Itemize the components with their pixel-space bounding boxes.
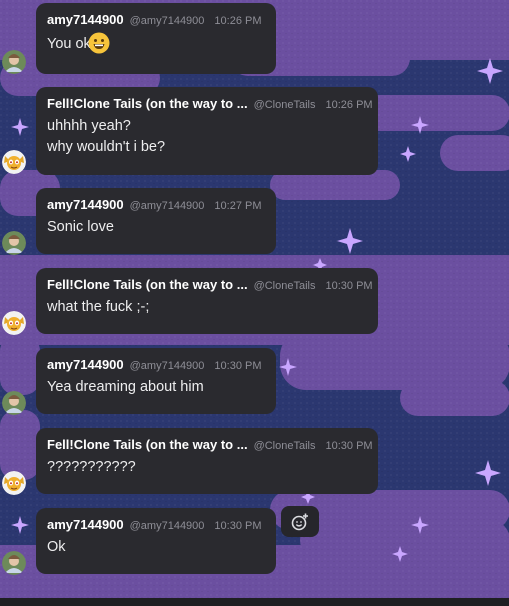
amy-avatar[interactable] [2, 391, 26, 415]
message-handle: @amy7144900 [129, 15, 205, 27]
message-author[interactable]: amy7144900 [47, 357, 124, 372]
message-timestamp: 10:30 PM [325, 280, 373, 292]
message-text: Sonic love [47, 219, 114, 235]
message-timestamp: 10:30 PM [325, 440, 373, 452]
message-author[interactable]: Fell!Clone Tails (on the way to ... [47, 96, 248, 111]
message-text: what the fuck ;-; [47, 299, 150, 315]
message-bubble[interactable]: Fell!Clone Tails (on the way to ... @Clo… [36, 428, 378, 494]
add-reaction-button[interactable] [281, 506, 319, 537]
message-bubble[interactable]: amy7144900 @amy7144900 10:30 PM Ok [36, 508, 276, 574]
message-text: You ok [47, 32, 265, 55]
message-list: amy7144900 @amy7144900 10:26 PM You ok F… [0, 0, 509, 600]
message-handle: @CloneTails [253, 99, 316, 111]
message-text: uhhhh yeah? [47, 118, 131, 134]
bottom-bar [0, 598, 509, 606]
message-author[interactable]: amy7144900 [47, 517, 124, 532]
message-handle: @amy7144900 [129, 360, 205, 372]
amy-avatar[interactable] [2, 231, 26, 255]
message-author[interactable]: amy7144900 [47, 197, 124, 212]
message-author[interactable]: Fell!Clone Tails (on the way to ... [47, 277, 248, 292]
message-timestamp: 10:30 PM [214, 520, 262, 532]
amy-avatar[interactable] [2, 551, 26, 575]
message-handle: @amy7144900 [129, 520, 205, 532]
message-text: Ok [47, 539, 66, 555]
clonetails-avatar[interactable] [2, 311, 26, 335]
message-bubble[interactable]: Fell!Clone Tails (on the way to ... @Clo… [36, 268, 378, 334]
message-timestamp: 10:26 PM [214, 15, 262, 27]
message-text: ??????????? [47, 459, 136, 475]
message-bubble[interactable]: amy7144900 @amy7144900 10:26 PM You ok [36, 3, 276, 74]
message-text: Yea dreaming about him [47, 379, 204, 395]
clonetails-avatar[interactable] [2, 150, 26, 174]
message-bubble[interactable]: amy7144900 @amy7144900 10:30 PM Yea drea… [36, 348, 276, 414]
grinning-face-emoji [88, 32, 110, 54]
message-timestamp: 10:26 PM [325, 99, 373, 111]
message-timestamp: 10:27 PM [214, 200, 262, 212]
clonetails-avatar[interactable] [2, 471, 26, 495]
message-bubble[interactable]: Fell!Clone Tails (on the way to ... @Clo… [36, 87, 378, 175]
message-text: why wouldn't i be? [47, 139, 166, 155]
add-reaction-icon [291, 513, 308, 530]
message-handle: @CloneTails [253, 440, 316, 452]
message-author[interactable]: Fell!Clone Tails (on the way to ... [47, 437, 248, 452]
message-handle: @CloneTails [253, 280, 316, 292]
message-bubble[interactable]: amy7144900 @amy7144900 10:27 PM Sonic lo… [36, 188, 276, 254]
message-handle: @amy7144900 [129, 200, 205, 212]
message-timestamp: 10:30 PM [214, 360, 262, 372]
message-author[interactable]: amy7144900 [47, 12, 124, 27]
amy-avatar[interactable] [2, 50, 26, 74]
